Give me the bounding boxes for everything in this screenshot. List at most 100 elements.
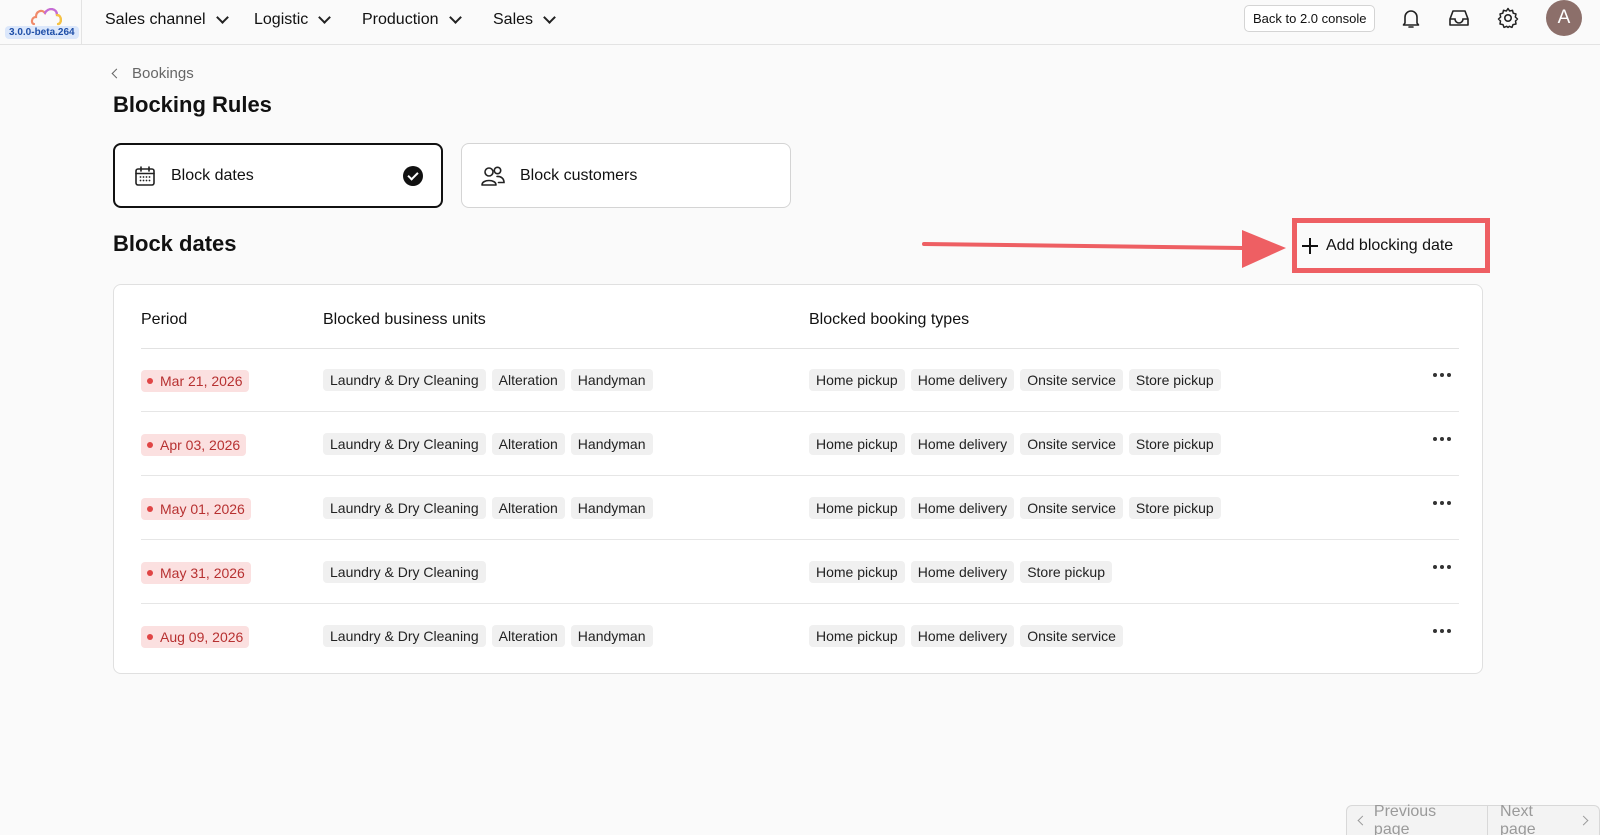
block-customers-card[interactable]: Block customers (461, 143, 791, 208)
business-unit-tags: Laundry & Dry Cleaning Alteration Handyman (323, 625, 653, 647)
section-title: Block dates (113, 231, 237, 256)
booking-type-tag: Home delivery (910, 561, 1015, 583)
booking-type-tag: Home delivery (910, 497, 1015, 519)
business-unit-tags: Laundry & Dry Cleaning Alteration Handyman (323, 497, 653, 519)
period-date-badge: Aug 09, 2026 (141, 626, 250, 648)
card-label: Block customers (520, 166, 638, 184)
business-unit-tag: Laundry & Dry Cleaning (323, 497, 486, 519)
bell-icon[interactable] (1399, 6, 1423, 30)
previous-page-button[interactable]: Previous page (1347, 802, 1487, 835)
users-icon (481, 165, 505, 186)
more-options-icon[interactable] (1433, 629, 1451, 633)
logo-area[interactable]: 3.0.0-beta.264 (0, 0, 82, 45)
next-page-label: Next page (1500, 802, 1536, 835)
business-unit-tag: Alteration (491, 369, 565, 391)
inbox-icon[interactable] (1447, 6, 1471, 30)
booking-type-tag: Onsite service (1020, 497, 1123, 519)
booking-type-tag: Home pickup (809, 625, 905, 647)
column-header-business-units: Blocked business units (323, 311, 486, 328)
booking-type-tags: Home pickup Home delivery Onsite service St… (809, 433, 1221, 455)
chevron-right-icon (1578, 815, 1589, 826)
business-unit-tag: Alteration (491, 497, 565, 519)
booking-type-tag: Store pickup (1128, 369, 1221, 391)
period-date: May 31, 2026 (160, 565, 245, 581)
cloud-logo-icon (30, 8, 62, 26)
nav-production[interactable]: Production (362, 9, 462, 31)
business-unit-tag: Handyman (570, 433, 653, 455)
booking-type-tags: Home pickup Home delivery Onsite service St… (809, 369, 1221, 391)
annotation-arrow (922, 230, 1286, 268)
add-blocking-date-button[interactable]: Add blocking date (1302, 232, 1453, 260)
chevron-down-icon (543, 11, 556, 24)
business-unit-tags: Laundry & Dry Cleaning (323, 561, 486, 583)
booking-type-tag: Home delivery (910, 433, 1015, 455)
nav-label: Logistic (254, 11, 309, 28)
nav-sales[interactable]: Sales (493, 9, 556, 31)
breadcrumb[interactable]: Bookings (111, 65, 194, 82)
avatar[interactable]: A (1546, 0, 1582, 36)
business-unit-tag: Alteration (491, 625, 565, 647)
table-row: May 31, 2026 Laundry & Dry Cleaning Home p… (141, 541, 1459, 604)
chevron-left-icon (1357, 815, 1368, 826)
period-date-badge: Mar 21, 2026 (141, 370, 249, 392)
booking-type-tag: Onsite service (1020, 625, 1123, 647)
breadcrumb-bookings[interactable]: Bookings (132, 65, 194, 82)
more-options-icon[interactable] (1433, 437, 1451, 441)
business-unit-tag: Laundry & Dry Cleaning (323, 625, 486, 647)
status-dot-icon (147, 378, 153, 384)
pagination: Previous page Next page (1346, 802, 1600, 835)
next-page-button[interactable]: Next page (1487, 802, 1599, 835)
nav-label: Sales (493, 11, 534, 28)
status-dot-icon (147, 506, 153, 512)
period-date-badge: May 01, 2026 (141, 498, 251, 520)
booking-type-tag: Onsite service (1020, 433, 1123, 455)
back-to-console-button[interactable]: Back to 2.0 console (1244, 5, 1376, 32)
status-dot-icon (147, 634, 153, 640)
booking-type-tag: Home pickup (809, 369, 905, 391)
chevron-down-icon (318, 11, 332, 24)
previous-page-label: Previous page (1373, 802, 1437, 835)
business-unit-tag: Handyman (570, 369, 653, 391)
business-unit-tag: Laundry & Dry Cleaning (323, 561, 486, 583)
more-options-icon[interactable] (1433, 565, 1451, 569)
version-badge: 3.0.0-beta.264 (5, 26, 79, 39)
business-unit-tags: Laundry & Dry Cleaning Alteration Handyman (323, 433, 653, 455)
booking-type-tag: Home delivery (910, 369, 1015, 391)
business-unit-tag: Alteration (491, 433, 565, 455)
more-options-icon[interactable] (1433, 501, 1451, 505)
booking-type-tag: Home pickup (809, 497, 905, 519)
more-options-icon[interactable] (1433, 373, 1451, 377)
table-row: May 01, 2026 Laundry & Dry Cleaning Altera… (141, 477, 1459, 540)
nav-label: Production (362, 11, 439, 28)
business-unit-tag: Laundry & Dry Cleaning (323, 369, 486, 391)
chevron-down-icon (215, 11, 229, 24)
card-label: Block dates (171, 166, 254, 184)
booking-type-tag: Home pickup (809, 433, 905, 455)
booking-type-tags: Home pickup Home delivery Store pickup (809, 561, 1113, 583)
chevron-down-icon (448, 11, 462, 24)
chevron-left-icon (111, 68, 122, 79)
booking-type-tag: Store pickup (1020, 561, 1113, 583)
period-date: Mar 21, 2026 (160, 373, 243, 389)
nav-logistic[interactable]: Logistic (254, 9, 332, 31)
plus-icon (1302, 238, 1318, 254)
period-date: Aug 09, 2026 (160, 629, 244, 645)
booking-type-tag: Store pickup (1128, 433, 1221, 455)
check-circle-icon (403, 166, 423, 186)
page-title: Blocking Rules (113, 92, 272, 117)
nav-sales-channel[interactable]: Sales channel (105, 9, 229, 31)
booking-type-tag: Home pickup (809, 561, 905, 583)
booking-type-tags: Home pickup Home delivery Onsite service St… (809, 497, 1221, 519)
business-unit-tag: Laundry & Dry Cleaning (323, 433, 486, 455)
gear-icon[interactable] (1496, 6, 1520, 30)
status-dot-icon (147, 570, 153, 576)
table-row: Aug 09, 2026 Laundry & Dry Cleaning Altera… (141, 605, 1459, 668)
booking-type-tag: Onsite service (1020, 369, 1123, 391)
status-dot-icon (147, 442, 153, 448)
booking-type-tag: Home delivery (910, 625, 1015, 647)
booking-type-tag: Store pickup (1128, 497, 1221, 519)
block-dates-card[interactable]: Block dates (113, 143, 443, 208)
business-unit-tag: Handyman (570, 625, 653, 647)
business-unit-tag: Handyman (570, 497, 653, 519)
period-date-badge: May 31, 2026 (141, 562, 251, 584)
